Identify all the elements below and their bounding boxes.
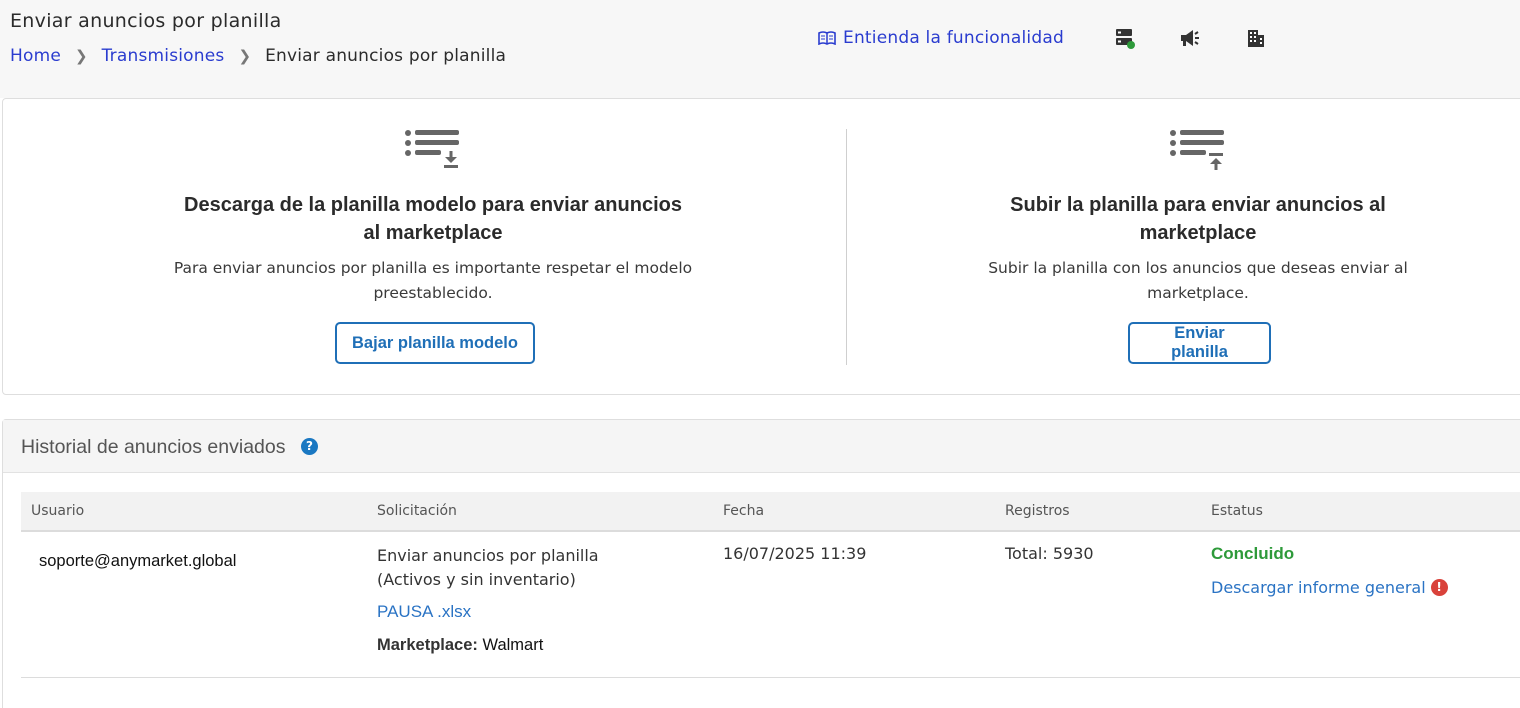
row-marketplace: Marketplace: Walmart [377, 636, 543, 655]
row-request: Enviar anuncios por planilla (Activos y … [377, 546, 599, 589]
marketplace-label: Marketplace: [377, 636, 478, 654]
download-report-link[interactable]: Descargar informe general ! [1211, 578, 1448, 597]
download-section: Descarga de la planilla modelo para envi… [133, 99, 733, 396]
history-card: Historial de anuncios enviados ? Usuario… [2, 419, 1520, 708]
download-description: Para enviar anuncios por planilla es imp… [173, 259, 693, 302]
download-title: Descarga de la planilla modelo para envi… [184, 194, 682, 244]
chevron-right-icon: ❯ [75, 47, 88, 65]
column-registros: Registros [1005, 503, 1070, 519]
breadcrumb: Home ❯ Transmisiones ❯ Enviar anuncios p… [10, 46, 506, 66]
table-row: soporte@anymarket.global Enviar anuncios… [21, 532, 1520, 678]
row-records: Total: 5930 [1005, 544, 1094, 563]
upload-title: Subir la planilla para enviar anuncios a… [1010, 194, 1386, 244]
column-solicitacion: Solicitación [377, 503, 457, 519]
row-user: soporte@anymarket.global [39, 552, 237, 570]
column-estatus: Estatus [1211, 503, 1263, 519]
upload-description: Subir la planilla con los anuncios que d… [988, 259, 1408, 302]
list-download-icon [405, 130, 459, 168]
report-link-label: Descargar informe general [1211, 578, 1426, 597]
breadcrumb-transmisiones[interactable]: Transmisiones [102, 46, 225, 66]
divider [846, 129, 847, 365]
question-icon[interactable]: ? [301, 438, 318, 455]
upload-template-button[interactable]: Enviar planilla [1128, 322, 1271, 364]
chevron-right-icon: ❯ [238, 47, 252, 65]
megaphone-icon[interactable] [1178, 26, 1202, 50]
row-file-link[interactable]: PAUSA .xlsx [377, 602, 471, 622]
column-fecha: Fecha [723, 503, 765, 519]
book-icon [818, 31, 836, 45]
page-title: Enviar anuncios por planilla [10, 10, 282, 32]
upload-section: Subir la planilla para enviar anuncios a… [948, 99, 1448, 396]
row-date: 16/07/2025 11:39 [723, 544, 867, 563]
breadcrumb-current: Enviar anuncios por planilla [265, 46, 507, 66]
marketplace-value: Walmart [482, 636, 544, 654]
help-link-label: Entienda la funcionalidad [843, 28, 1064, 48]
table-header: Usuario Solicitación Fecha Registros Est… [21, 492, 1520, 532]
alert-icon: ! [1430, 579, 1448, 596]
breadcrumb-home[interactable]: Home [10, 46, 61, 66]
status-badge: Concluido [1211, 544, 1295, 563]
server-status-icon[interactable] [1113, 26, 1137, 50]
list-upload-icon [1170, 130, 1224, 170]
history-title: Historial de anuncios enviados [21, 436, 286, 458]
actions-card: Descarga de la planilla modelo para envi… [2, 98, 1520, 395]
history-header: Historial de anuncios enviados ? [3, 420, 1520, 473]
download-template-button[interactable]: Bajar planilla modelo [335, 322, 535, 364]
help-link[interactable]: Entienda la funcionalidad [818, 28, 1064, 48]
page-header: Enviar anuncios por planilla Home ❯ Tran… [0, 0, 1520, 98]
building-icon[interactable] [1244, 26, 1268, 50]
column-usuario: Usuario [31, 503, 85, 519]
